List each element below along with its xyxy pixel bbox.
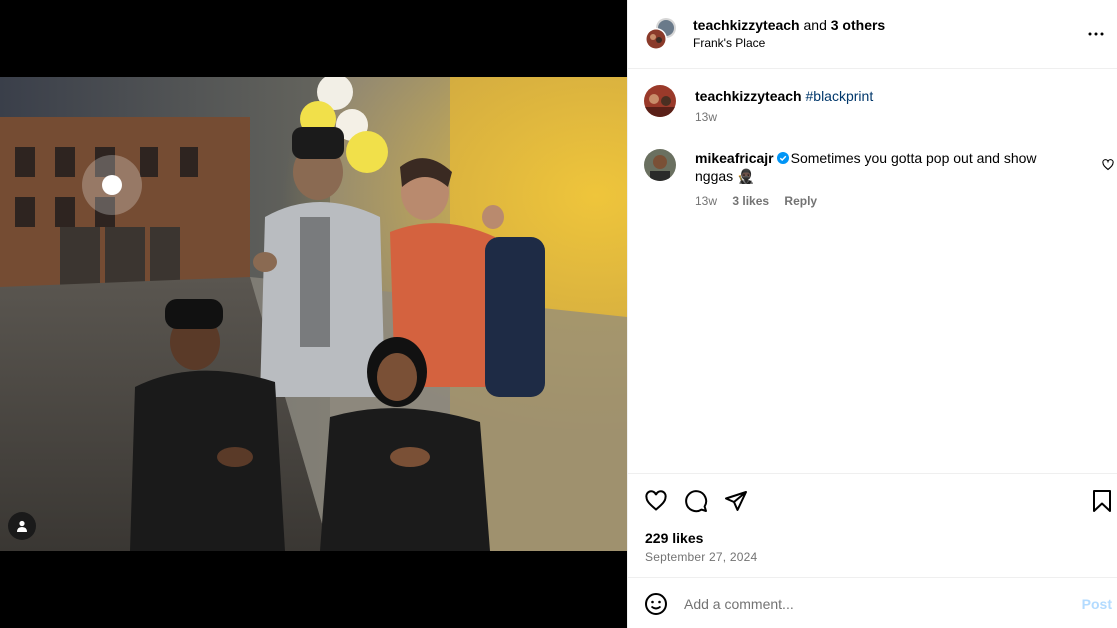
post-date[interactable]: September 27, 2024 bbox=[645, 550, 757, 564]
comment-icon[interactable] bbox=[684, 489, 708, 513]
share-icon[interactable] bbox=[724, 489, 748, 513]
post-photo[interactable] bbox=[0, 77, 627, 551]
comment-likes[interactable]: 3 likes bbox=[732, 194, 769, 208]
comment-time[interactable]: 13w bbox=[695, 194, 717, 208]
comment-item: mikeafricajr Sometimes you gotta pop out … bbox=[628, 149, 1117, 219]
add-comment-bar: Post bbox=[628, 577, 1117, 628]
caption-hashtag[interactable]: #blackprint bbox=[806, 88, 874, 104]
caption-meta: 13w bbox=[695, 109, 729, 125]
header-and-text: and bbox=[803, 17, 827, 33]
more-options-icon[interactable] bbox=[1084, 22, 1108, 46]
comment-like-icon[interactable] bbox=[1102, 158, 1114, 171]
comment-text: mikeafricajr Sometimes you gotta pop out … bbox=[695, 149, 1065, 185]
likes-count[interactable]: 229 likes bbox=[645, 530, 703, 546]
header-username[interactable]: teachkizzyteach bbox=[693, 17, 800, 33]
header-usernames: teachkizzyteach and 3 others bbox=[693, 16, 885, 34]
comment-meta: 13w 3 likes Reply bbox=[695, 193, 829, 209]
save-bookmark-icon[interactable] bbox=[1090, 489, 1114, 513]
collab-avatar-stack[interactable] bbox=[644, 17, 678, 51]
verified-badge-icon bbox=[776, 152, 789, 164]
comments-section: teachkizzyteach #blackprint 13w mikeafri… bbox=[628, 69, 1117, 473]
post-header: teachkizzyteach and 3 others Frank's Pla… bbox=[628, 0, 1117, 69]
like-icon[interactable] bbox=[644, 489, 668, 513]
caption-username[interactable]: teachkizzyteach bbox=[695, 88, 802, 104]
caption-text: teachkizzyteach #blackprint bbox=[695, 87, 1065, 105]
post-details-panel: teachkizzyteach and 3 others Frank's Pla… bbox=[627, 0, 1117, 628]
caption: teachkizzyteach #blackprint 13w bbox=[628, 85, 1117, 145]
avatar[interactable] bbox=[644, 149, 676, 181]
comment-username[interactable]: mikeafricajr bbox=[695, 150, 774, 166]
tagged-users-button[interactable] bbox=[8, 512, 36, 540]
avatar[interactable] bbox=[644, 85, 676, 117]
media-panel bbox=[0, 0, 627, 628]
photo-illustration bbox=[0, 77, 627, 551]
reply-button[interactable]: Reply bbox=[784, 194, 817, 208]
location-link[interactable]: Frank's Place bbox=[693, 35, 765, 51]
comment-input[interactable] bbox=[684, 592, 1064, 616]
action-bar: 229 likes September 27, 2024 bbox=[628, 473, 1117, 578]
emoji-icon[interactable] bbox=[644, 592, 668, 616]
caption-time[interactable]: 13w bbox=[695, 110, 717, 124]
post-comment-button[interactable]: Post bbox=[1082, 596, 1112, 612]
user-icon bbox=[17, 520, 27, 532]
avatar-icon bbox=[645, 18, 676, 50]
header-others-link[interactable]: 3 others bbox=[831, 17, 885, 33]
